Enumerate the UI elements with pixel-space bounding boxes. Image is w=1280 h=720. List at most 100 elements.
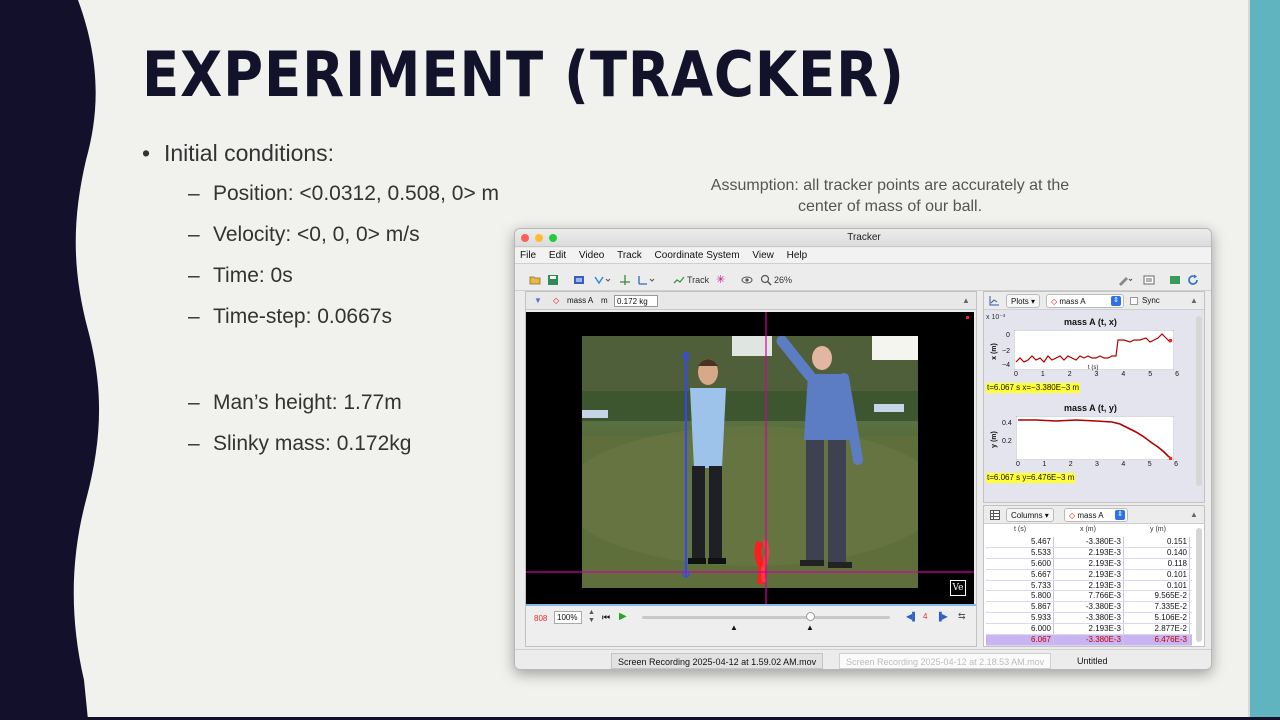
table-cell: 2.193E-3: [1054, 558, 1124, 569]
mass-input[interactable]: 0.172 kg: [614, 295, 658, 307]
tab-recording-2[interactable]: Screen Recording 2025-04-12 at 2.18.53 A…: [839, 653, 1052, 669]
table-row[interactable]: 5.533 2.193E-3 0.140: [986, 547, 1192, 559]
menu-coordinate-system[interactable]: Coordinate System: [650, 248, 745, 264]
track-name[interactable]: mass A: [567, 292, 593, 310]
axes-icon[interactable]: [619, 273, 631, 287]
column-header-y[interactable]: y (m): [1150, 526, 1166, 533]
plot2-xtick: 3: [1095, 461, 1099, 468]
plots-menu[interactable]: Plots ▾: [1006, 294, 1041, 308]
refresh-icon[interactable]: [1187, 273, 1199, 287]
plot1-graph[interactable]: [1014, 330, 1174, 370]
track-dropdown-icon[interactable]: ▼: [534, 292, 542, 310]
open-icon[interactable]: [529, 273, 541, 287]
reset-icon[interactable]: ⏮: [602, 612, 610, 623]
menu-edit[interactable]: Edit: [544, 248, 571, 264]
slider-thumb[interactable]: [806, 612, 815, 621]
end-marker-icon[interactable]: ▲: [806, 623, 814, 632]
mass-marker-icon: ◇: [1069, 511, 1076, 520]
plots-scrollbar[interactable]: [1196, 316, 1202, 486]
mass-marker-icon: ◇: [1051, 297, 1058, 306]
table-row[interactable]: 5.933 -3.380E-3 5.106E-2: [986, 613, 1192, 625]
table-cell: 5.467: [986, 537, 1054, 547]
table-cell: 5.667: [986, 569, 1054, 580]
play-icon[interactable]: ▶: [619, 611, 627, 622]
menu-track[interactable]: Track: [612, 248, 647, 264]
video-frame[interactable]: Ve: [526, 312, 974, 604]
table-row[interactable]: 5.800 7.766E-3 9.565E-2: [986, 591, 1192, 603]
zoom-window-button[interactable]: [549, 234, 557, 242]
mass-marker-icon: ◇: [553, 296, 560, 305]
collapse-icon[interactable]: ▲: [1190, 292, 1198, 310]
plot2-xtick: 1: [1042, 461, 1047, 468]
slide-title: EXPERIMENT (TRACKER): [142, 38, 905, 111]
columns-menu[interactable]: Columns ▾: [1006, 508, 1054, 522]
table-scrollbar[interactable]: [1196, 528, 1202, 642]
pencil-icon[interactable]: [1117, 273, 1133, 287]
table-cell: 0.151: [1124, 537, 1190, 547]
track-control-bar: ▼ ◇ mass A m 0.172 kg ▲: [526, 292, 976, 310]
library-icon[interactable]: [1169, 273, 1181, 287]
video-watermark: Ve: [950, 580, 966, 596]
plot-track-select[interactable]: ◇ mass A ⇕: [1046, 294, 1124, 308]
zoom-icon[interactable]: [760, 273, 772, 287]
start-marker-icon[interactable]: ▲: [730, 623, 738, 632]
tracker-window: Tracker File Edit Video Track Coordinate…: [514, 228, 1212, 670]
table-cell: 2.193E-3: [1054, 547, 1124, 558]
minimize-window-button[interactable]: [535, 234, 543, 242]
track-button[interactable]: Track: [687, 273, 709, 287]
create-track-icon[interactable]: [673, 273, 685, 287]
table-cell: 6.000: [986, 624, 1054, 635]
sync-label: Sync: [1142, 296, 1160, 305]
plots-bar: Plots ▾ ◇ mass A ⇕ Sync ▲: [984, 292, 1204, 310]
step-back-icon[interactable]: ◀▌: [906, 612, 918, 621]
plot1-xtick: 5: [1148, 371, 1153, 378]
close-window-button[interactable]: [521, 234, 529, 242]
column-header-t[interactable]: t (s): [1014, 526, 1026, 533]
rate-field[interactable]: 100%: [554, 611, 582, 624]
table-row[interactable]: 5.733 2.193E-3 0.101: [986, 580, 1192, 592]
menu-video[interactable]: Video: [574, 248, 609, 264]
table-row[interactable]: 5.667 2.193E-3 0.101: [986, 569, 1192, 581]
save-icon[interactable]: [547, 273, 559, 287]
step-forward-icon[interactable]: ▐▶: [936, 612, 948, 621]
table-cell: 5.800: [986, 591, 1054, 602]
timeline-slider[interactable]: [642, 616, 890, 619]
calibration-tools-icon[interactable]: [593, 273, 611, 287]
plots-panel: Plots ▾ ◇ mass A ⇕ Sync ▲ x 10⁻³ mass A (…: [983, 291, 1205, 503]
autotracker-icon[interactable]: ✳: [716, 273, 725, 287]
table-cell: 5.600: [986, 558, 1054, 569]
table-row[interactable]: 5.467 -3.380E-3 0.151: [986, 537, 1192, 548]
loop-icon[interactable]: ⇆: [958, 611, 966, 622]
sub-bullet-position: – Position: <0.0312, 0.508, 0> m: [188, 182, 500, 205]
tab-untitled[interactable]: Untitled: [1071, 653, 1114, 669]
menu-view[interactable]: View: [747, 248, 779, 264]
table-row-selected[interactable]: 6.067 -3.380E-3 6.476E-3: [986, 635, 1192, 646]
menu-help[interactable]: Help: [782, 248, 813, 264]
collapse-icon[interactable]: ▲: [1190, 506, 1198, 524]
table-row[interactable]: 5.867 -3.380E-3 7.335E-2: [986, 602, 1192, 614]
notes-icon[interactable]: [1143, 273, 1155, 287]
clip-settings-icon[interactable]: [573, 273, 585, 287]
tab-recording-1[interactable]: Screen Recording 2025-04-12 at 1.59.02 A…: [611, 653, 824, 669]
plot2-ylabel: y (m): [990, 431, 998, 448]
step-size[interactable]: 4: [923, 612, 927, 621]
measuring-tools-icon[interactable]: [637, 273, 655, 287]
eye-icon[interactable]: [741, 273, 753, 287]
rate-stepper-icon[interactable]: ▲ ▼: [588, 609, 595, 625]
table-track-select[interactable]: ◇ mass A ⇕: [1064, 508, 1128, 522]
sync-checkbox[interactable]: [1130, 297, 1138, 305]
frame-number[interactable]: 808: [534, 614, 547, 623]
table-row[interactable]: 6.000 2.193E-3 2.877E-2: [986, 624, 1192, 636]
plot2-graph[interactable]: [1016, 416, 1174, 460]
sub-bullet-height: – Man’s height: 1.77m: [188, 391, 402, 414]
table-view-icon[interactable]: [990, 510, 1000, 520]
menu-file[interactable]: File: [515, 248, 541, 264]
collapse-icon[interactable]: ▲: [962, 292, 970, 310]
sub-bullet-velocity: – Velocity: <0, 0, 0> m/s: [188, 223, 420, 246]
table-row[interactable]: 5.600 2.193E-3 0.118: [986, 558, 1192, 570]
zoom-level[interactable]: 26%: [774, 273, 792, 287]
plot-view-icon[interactable]: [989, 296, 999, 306]
table-cell: 0.140: [1124, 547, 1190, 558]
column-header-x[interactable]: x (m): [1080, 526, 1096, 533]
table-cell: 0.101: [1124, 569, 1190, 580]
